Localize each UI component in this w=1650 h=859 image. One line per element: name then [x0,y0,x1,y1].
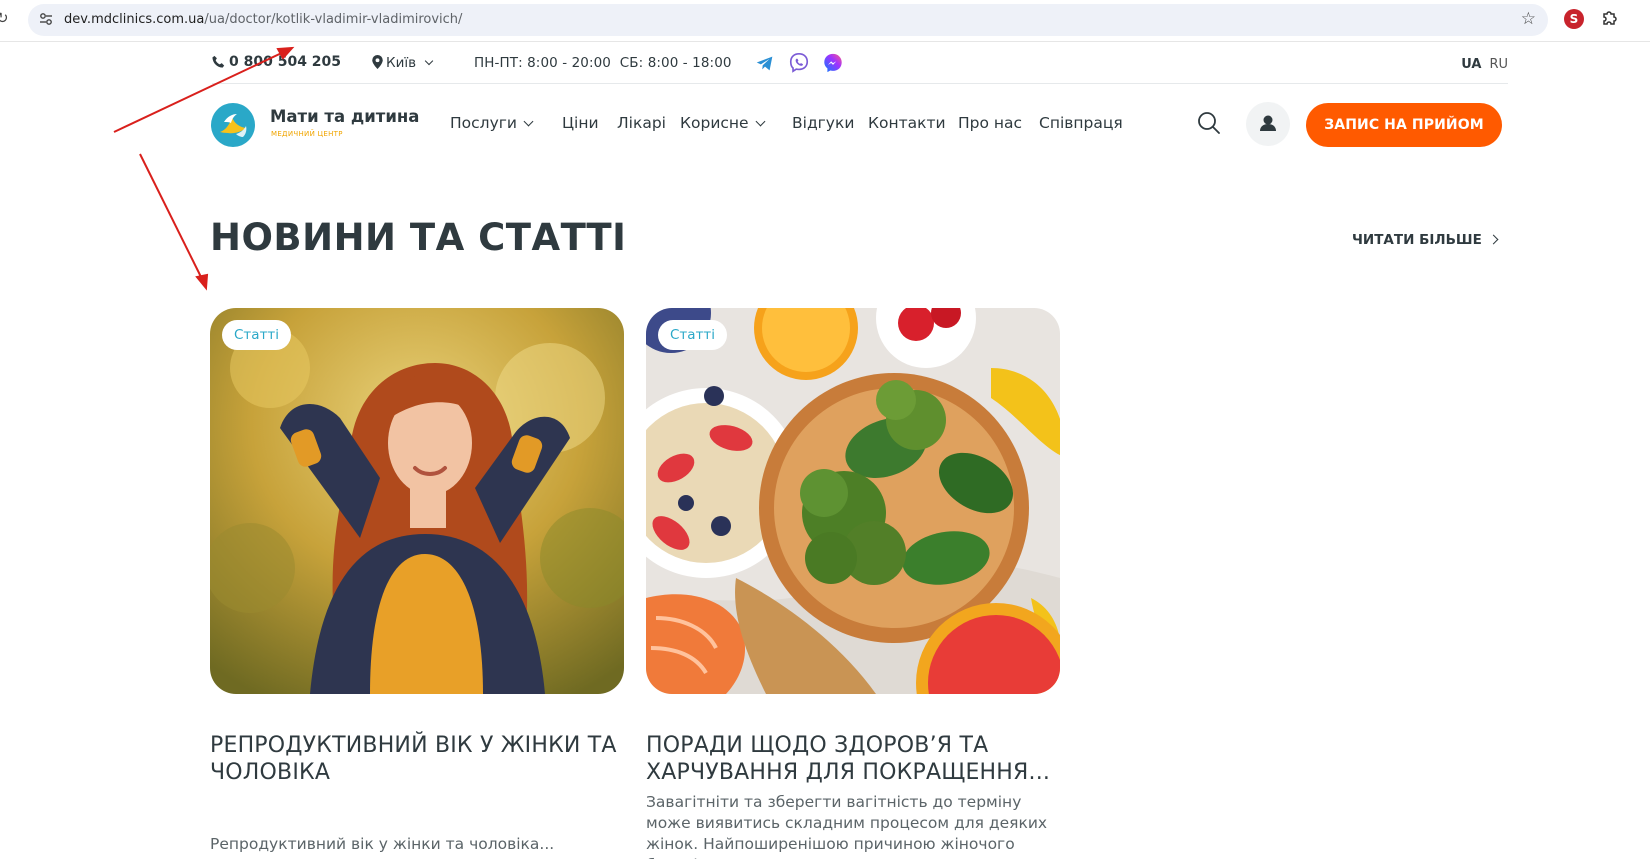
chevron-down-icon [523,116,534,127]
location-pin-icon [372,55,383,69]
nav-item-contacts[interactable]: Контакти [868,114,946,132]
article-card[interactable]: Статті Репродуктивний вік у жінки та чол… [210,308,624,853]
chevron-right-icon [1488,234,1499,245]
read-more-link[interactable]: ЧИТАТИ БІЛЬШЕ [1352,232,1499,248]
logo-icon[interactable] [210,102,256,148]
extension-s-icon[interactable]: S [1564,9,1584,29]
search-icon[interactable] [1196,110,1222,136]
article-title[interactable]: Поради щодо здоров’я та харчування для п… [646,732,1060,786]
browser-toolbar: ↻ dev.mdclinics.com.ua/ua/doctor/kotlik-… [0,0,1650,42]
category-tag[interactable]: Статті [222,320,292,350]
viber-icon[interactable] [788,52,810,74]
nav-item-reviews[interactable]: Відгуки [792,114,854,132]
article-image[interactable]: Статті [646,308,1060,694]
phone-link[interactable]: 0 800 504 205 [212,54,341,70]
user-icon [1260,115,1276,131]
messenger-icon[interactable] [822,52,844,74]
woman-autumn-photo [210,308,624,694]
extensions-puzzle-icon[interactable] [1600,8,1620,28]
bookmark-star-icon[interactable]: ☆ [1521,9,1536,29]
nav-item-doctors[interactable]: Лікарі [617,114,666,132]
working-hours: ПН-ПТ: 8:00 - 20:00 СБ: 8:00 - 18:00 [474,55,732,71]
site-info-icon[interactable] [38,11,54,27]
nav-item-about[interactable]: Про нас [958,114,1022,132]
book-appointment-button[interactable]: ЗАПИС НА ПРИЙОМ [1306,103,1502,147]
url-text[interactable]: dev.mdclinics.com.ua/ua/doctor/kotlik-vl… [64,12,462,27]
article-excerpt: Репродуктивний вік у жінки та чоловіка..… [210,835,555,853]
article-excerpt: Завагітніти та зберегти вагітність до те… [646,793,1048,859]
nav-item-services[interactable]: Послуги [450,114,534,132]
phone-icon [212,55,225,68]
city-selector[interactable]: Київ [372,55,434,71]
article-title[interactable]: Репродуктивний вік у жінки та чоловіка [210,732,624,786]
annotation-arrow-to-section [139,153,205,284]
logo-subtitle: медичний центр [271,130,343,138]
lang-ua[interactable]: UA [1461,57,1481,72]
reload-icon[interactable]: ↻ [0,9,9,27]
lang-ru[interactable]: RU [1489,57,1508,72]
healthy-food-photo [646,308,1060,694]
nav-item-partnership[interactable]: Співпраця [1039,114,1123,132]
chevron-down-icon [425,56,434,66]
article-card[interactable]: Статті Поради щодо здоров’я та харчуванн… [646,308,1060,859]
chevron-down-icon [755,116,766,127]
top-info-bar: 0 800 504 205 Київ ПН-ПТ: 8:00 - 20:00 С… [212,50,1508,84]
telegram-icon[interactable] [754,52,776,74]
article-image[interactable]: Статті [210,308,624,694]
category-tag[interactable]: Статті [658,320,728,350]
section-title: НОВИНИ ТА СТАТТІ [210,216,627,259]
nav-item-useful[interactable]: Корисне [680,114,766,132]
nav-item-prices[interactable]: Ціни [562,114,599,132]
address-bar[interactable]: dev.mdclinics.com.ua/ua/doctor/kotlik-vl… [28,4,1548,36]
logo-name[interactable]: Мати та дитина [270,107,419,126]
user-account-button[interactable] [1246,102,1290,146]
language-switcher: UA RU [1461,57,1508,72]
